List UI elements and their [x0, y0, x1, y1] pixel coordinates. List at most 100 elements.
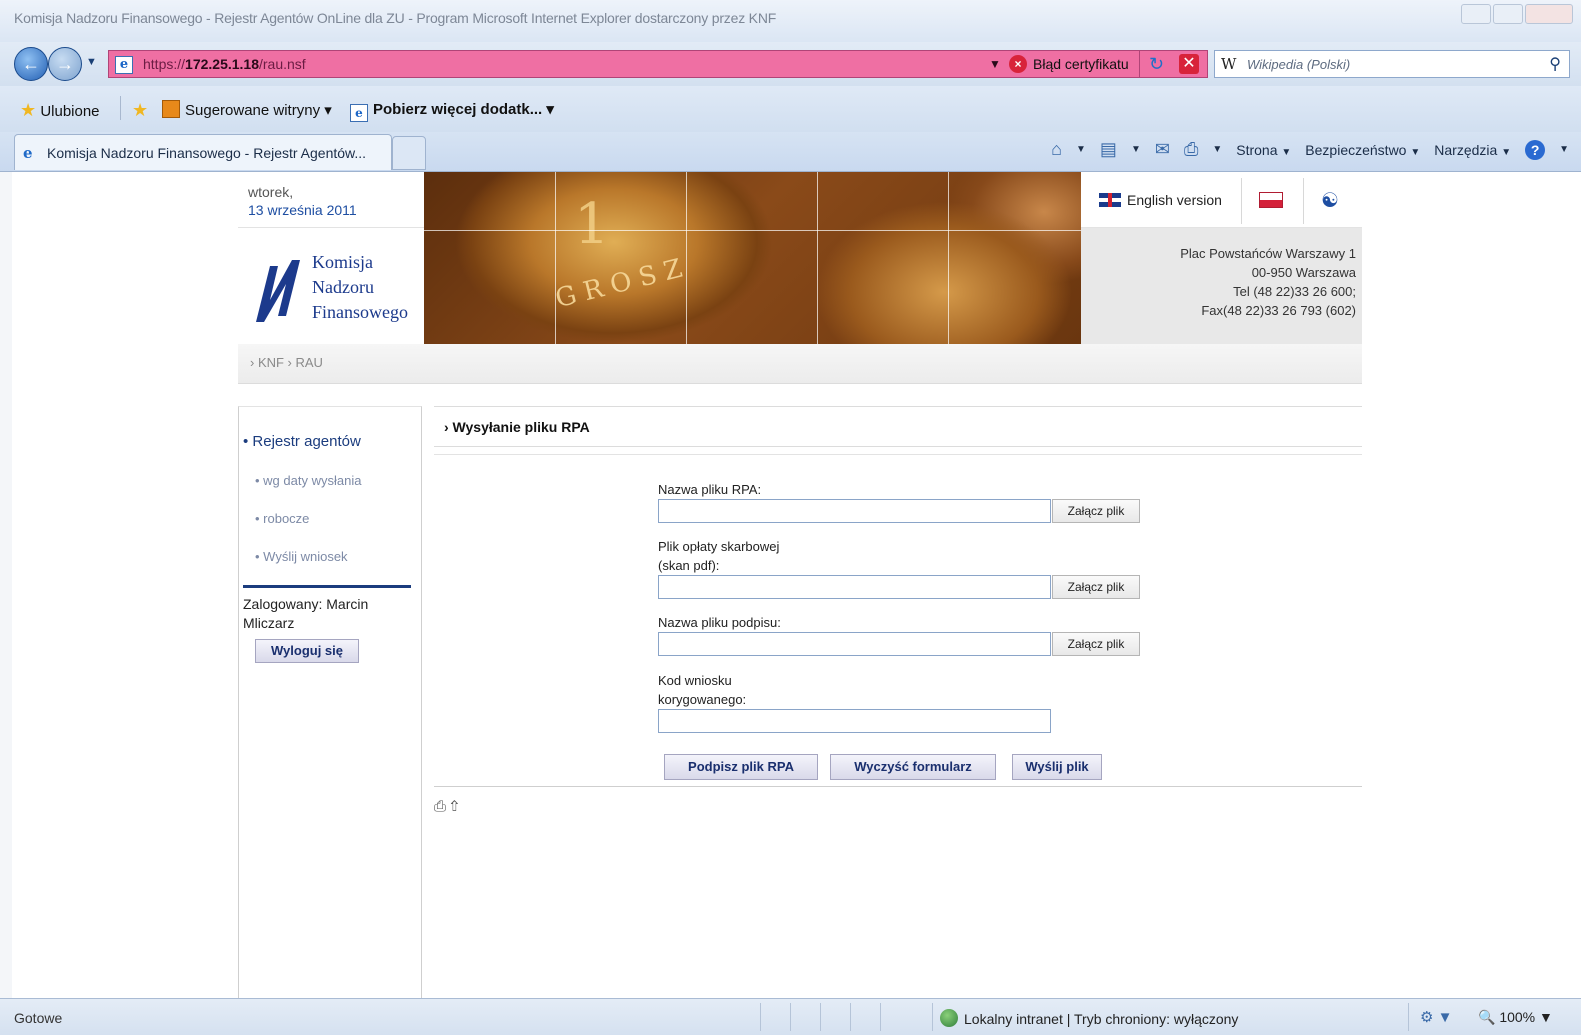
search-box[interactable]: W Wikipedia (Polski) ⚲ [1214, 50, 1570, 78]
history-dropdown-icon[interactable]: ▼ [86, 56, 97, 68]
knf-logo-icon [256, 260, 300, 322]
new-tab-button[interactable] [392, 136, 426, 170]
home-icon[interactable]: ⌂ [1051, 139, 1062, 160]
knf-logo[interactable]: Komisja Nadzoru Finansowego [238, 228, 424, 344]
add-favorite-button[interactable]: ★ [132, 100, 148, 121]
fee-file-label: Plik opłaty skarbowej (skan pdf): [658, 537, 779, 575]
address-separator [1139, 51, 1140, 77]
favorites-label: Ulubione [40, 103, 100, 120]
english-version-link[interactable]: English version [1099, 192, 1222, 208]
logout-button[interactable]: Wyloguj się [255, 639, 359, 663]
back-arrow-icon[interactable]: ← [14, 47, 48, 81]
maximize-button[interactable] [1493, 4, 1523, 24]
suggested-sites-icon [162, 100, 180, 118]
security-menu-label: Bezpieczeństwo [1305, 141, 1407, 158]
form-title: › Wysyłanie pliku RPA [444, 419, 590, 435]
attach-fee-button[interactable]: Załącz plik [1052, 575, 1140, 599]
home-dropdown-icon[interactable]: ▼ [1076, 144, 1086, 155]
attach-rpa-button[interactable]: Załącz plik [1052, 499, 1140, 523]
banner-grid-line [686, 172, 687, 344]
rss-dropdown-icon[interactable]: ▼ [1131, 144, 1141, 155]
refresh-icon[interactable]: ↻ [1149, 54, 1164, 75]
knf-logo-text: Komisja Nadzoru Finansowego [312, 250, 408, 325]
help-icon[interactable]: ? [1525, 139, 1546, 160]
address-line: Fax(48 22)33 26 793 (602) [1201, 303, 1356, 318]
close-window-button[interactable] [1525, 4, 1573, 24]
rpa-file-input[interactable] [658, 499, 1051, 523]
send-file-button[interactable]: Wyślij plik [1012, 754, 1102, 780]
window-controls [1461, 4, 1573, 24]
date: 13 września 2011 [248, 202, 357, 218]
sitemap-icon[interactable]: ☯ [1321, 188, 1339, 213]
search-placeholder[interactable]: Wikipedia (Polski) [1247, 57, 1350, 72]
sidebar-item-by-send-date[interactable]: • wg daty wysłania [255, 473, 361, 488]
favorites-button[interactable]: ★ Ulubione [20, 100, 100, 121]
chevron-down-icon: ▼ [1281, 146, 1292, 158]
address-line: Tel (48 22)33 26 600; [1233, 284, 1356, 299]
security-zone-label: Lokalny intranet | Tryb chroniony: wyłąc… [964, 1011, 1239, 1027]
fee-file-input[interactable] [658, 575, 1051, 599]
tools-menu[interactable]: Narzędzia ▼ [1434, 142, 1511, 158]
favorites-separator [120, 96, 121, 120]
get-addons-button[interactable]: e Pobierz więcej dodatk... ▾ [350, 100, 554, 122]
suggested-sites-label: Sugerowane witryny ▾ [185, 102, 332, 119]
logo-line-2: Nadzoru [312, 277, 374, 297]
mail-icon[interactable]: ✉ [1155, 139, 1170, 160]
clear-form-button[interactable]: Wyczyść formularz [830, 754, 996, 780]
security-zone[interactable]: Lokalny intranet | Tryb chroniony: wyłąc… [940, 1009, 1238, 1027]
rss-icon[interactable]: ▤ [1100, 139, 1117, 160]
cert-error-icon[interactable]: × [1009, 55, 1027, 73]
address-url[interactable]: https://172.25.1.18/rau.nsf [143, 56, 306, 72]
sidebar-divider [243, 585, 411, 588]
status-text: Gotowe [14, 1010, 63, 1026]
banner-grid-line [555, 172, 556, 344]
coin-banner-image: 1 GROSZ [424, 172, 1081, 344]
sidebar-item-drafts[interactable]: • robocze [255, 511, 309, 526]
address-dropdown-icon[interactable]: ▼ [989, 57, 1001, 71]
stop-icon[interactable]: ✕ [1179, 54, 1199, 74]
banner-grid-line [424, 230, 1081, 231]
minimize-button[interactable] [1461, 4, 1491, 24]
search-icon[interactable]: ⚲ [1549, 54, 1561, 74]
sidebar-item-send-application[interactable]: • Wyślij wniosek [255, 549, 348, 564]
security-menu[interactable]: Bezpieczeństwo ▼ [1305, 142, 1420, 158]
tools-menu-label: Narzędzia [1434, 141, 1498, 158]
url-path: /rau.nsf [259, 56, 306, 72]
print-dropdown-icon[interactable]: ▼ [1212, 144, 1222, 155]
status-divider [820, 1003, 821, 1031]
sign-rpa-button[interactable]: Podpisz plik RPA [664, 754, 818, 780]
status-divider [1408, 1003, 1409, 1031]
navigation-bar: ← → ▼ e https://172.25.1.18/rau.nsf ▼ × … [0, 42, 1581, 86]
attach-signature-button[interactable]: Załącz plik [1052, 632, 1140, 656]
star-icon: ★ [20, 100, 37, 120]
bip-icon[interactable] [1259, 192, 1283, 208]
url-host: 172.25.1.18 [185, 56, 259, 72]
correction-code-input[interactable] [658, 709, 1051, 733]
print-page-icon[interactable]: ⎙ [434, 798, 446, 815]
chevron-down-icon: ▼ [1410, 146, 1421, 158]
breadcrumb: › KNF › RAU [238, 344, 1362, 384]
correction-code-label-line-2: korygowanego: [658, 692, 747, 707]
zoom-control[interactable]: 🔍 100% ▼ [1478, 1009, 1553, 1026]
signature-file-input[interactable] [658, 632, 1051, 656]
coin-inscription: GROSZ [552, 251, 694, 315]
window-title: Komisja Nadzoru Finansowego - Rejestr Ag… [14, 10, 777, 26]
suggested-sites-button[interactable]: Sugerowane witryny ▾ [162, 100, 332, 119]
url-protocol: https:// [143, 56, 186, 72]
wikipedia-logo-icon: W [1221, 55, 1237, 73]
sidebar-heading-agents[interactable]: • Rejestr agentów [243, 433, 361, 450]
logo-line-1: Komisja [312, 252, 373, 272]
page-menu[interactable]: Strona ▼ [1236, 142, 1291, 158]
help-dropdown-icon[interactable]: ▼ [1559, 144, 1569, 155]
protected-mode-icon[interactable]: ⚙ ▼ [1420, 1008, 1452, 1026]
left-sidebar: • Rejestr agentów • wg daty wysłania • r… [238, 406, 422, 998]
scroll-to-top-icon[interactable]: ⇧ [450, 798, 458, 815]
printer-icon[interactable]: ⎙ [1184, 139, 1198, 160]
breadcrumb-text[interactable]: › KNF › RAU [250, 355, 323, 370]
correction-code-label: Kod wniosku korygowanego: [658, 671, 746, 709]
cert-error-label[interactable]: Błąd certyfikatu [1033, 56, 1129, 72]
address-bar[interactable]: e https://172.25.1.18/rau.nsf ▼ × Błąd c… [108, 50, 1208, 78]
address-line: Plac Powstańców Warszawy 1 [1180, 246, 1356, 261]
forward-arrow-icon[interactable]: → [48, 47, 82, 81]
browser-tab[interactable]: e Komisja Nadzoru Finansowego - Rejestr … [14, 134, 392, 170]
